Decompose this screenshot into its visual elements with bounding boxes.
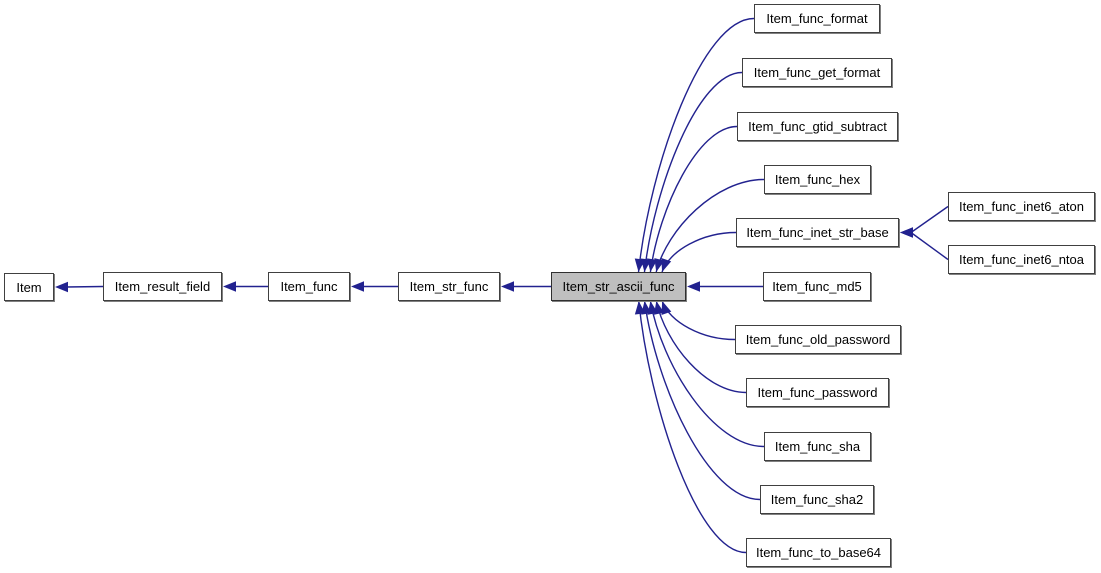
graph-node-item_func_sha[interactable]: Item_func_sha (764, 432, 871, 461)
graph-node-label: Item_func_gtid_subtract (748, 119, 887, 134)
graph-node-item_func_md5[interactable]: Item_func_md5 (763, 272, 871, 301)
graph-node-item_func_sha2[interactable]: Item_func_sha2 (760, 485, 874, 514)
inheritance-graph: Item Item_result_field Item_func Item_str_f… (0, 0, 1101, 573)
graph-node-label: Item_str_func (409, 279, 489, 294)
graph-node-item_result_field[interactable]: Item_result_field (103, 272, 222, 301)
graph-node-label: Item_func_sha2 (770, 492, 864, 507)
graph-node-label: Item_func_sha (774, 439, 861, 454)
graph-node-item_str_func[interactable]: Item_str_func (398, 272, 500, 301)
graph-node-label: Item_func_get_format (753, 65, 881, 80)
graph-node-label: Item_func (280, 279, 338, 294)
graph-node-label: Item_func_password (757, 385, 878, 400)
graph-node-label: Item_func_to_base64 (755, 545, 882, 560)
graph-edge-item_str_func-to-item_func-arrowhead (351, 281, 364, 292)
graph-edge-item_func_inet6_ntoa-to-item_func_inet_str_base (910, 231, 949, 261)
graph-edge-item_func_inet6_aton-to-item_func_inet_str_base (910, 205, 949, 234)
graph-node-item_func_inet_str_base[interactable]: Item_func_inet_str_base (736, 218, 899, 247)
graph-edge-item_func_md5-to-item_str_ascii_func-arrowhead (687, 281, 700, 292)
graph-edge-item_str_ascii_func-to-item_str_func-arrowhead (501, 281, 514, 292)
graph-node-item_func_password[interactable]: Item_func_password (746, 378, 889, 407)
graph-node-item_func_to_base64[interactable]: Item_func_to_base64 (746, 538, 891, 567)
graph-edge-item_func_sha-to-item_str_ascii_func (649, 300, 765, 448)
graph-node-label: Item_result_field (114, 279, 211, 294)
graph-node-label: Item_func_format (766, 11, 868, 26)
graph-node-item_func_inet6_ntoa[interactable]: Item_func_inet6_ntoa (948, 245, 1095, 274)
graph-edge-item_func-to-item_result_field-arrowhead (223, 281, 236, 292)
graph-edge-item_func_inet_str_base-to-item_str_ascii_func (661, 231, 737, 273)
graph-node-item[interactable]: Item (4, 273, 54, 301)
graph-node-item_func[interactable]: Item_func (268, 272, 350, 301)
graph-node-item_func_format[interactable]: Item_func_format (754, 4, 880, 33)
graph-node-label: Item_func_inet6_aton (958, 199, 1085, 214)
graph-node-item_func_inet6_aton[interactable]: Item_func_inet6_aton (948, 192, 1095, 221)
graph-node-label: Item_func_inet_str_base (746, 225, 889, 240)
graph-node-label: Item_func_old_password (745, 332, 891, 347)
graph-node-item_str_ascii_func[interactable]: Item_str_ascii_func (551, 272, 686, 301)
graph-edge-item_result_field-to-item (65, 285, 104, 288)
graph-node-label: Item (16, 279, 42, 295)
graph-node-label: Item_func_md5 (772, 279, 862, 294)
graph-edge-item_func_gtid_subtract-to-item_str_ascii_func (649, 125, 738, 273)
graph-edge-item_func_inet6_ntoa-to-item_func_inet_str_base-arrowhead (900, 227, 913, 238)
graph-node-item_func_hex[interactable]: Item_func_hex (764, 165, 871, 194)
graph-node-item_func_get_format[interactable]: Item_func_get_format (742, 58, 892, 87)
graph-node-item_func_old_password[interactable]: Item_func_old_password (735, 325, 901, 354)
graph-edge-item_func_inet_str_base-to-item_str_ascii_func-arrowhead (661, 258, 672, 272)
graph-node-label: Item_func_inet6_ntoa (958, 252, 1085, 267)
graph-node-label: Item_str_ascii_func (562, 279, 675, 294)
graph-edge-item_func_old_password-to-item_str_ascii_func (661, 300, 736, 341)
graph-node-label: Item_func_hex (774, 172, 861, 187)
graph-node-item_func_gtid_subtract[interactable]: Item_func_gtid_subtract (737, 112, 898, 141)
graph-edge-item_result_field-to-item-arrowhead (55, 281, 68, 293)
